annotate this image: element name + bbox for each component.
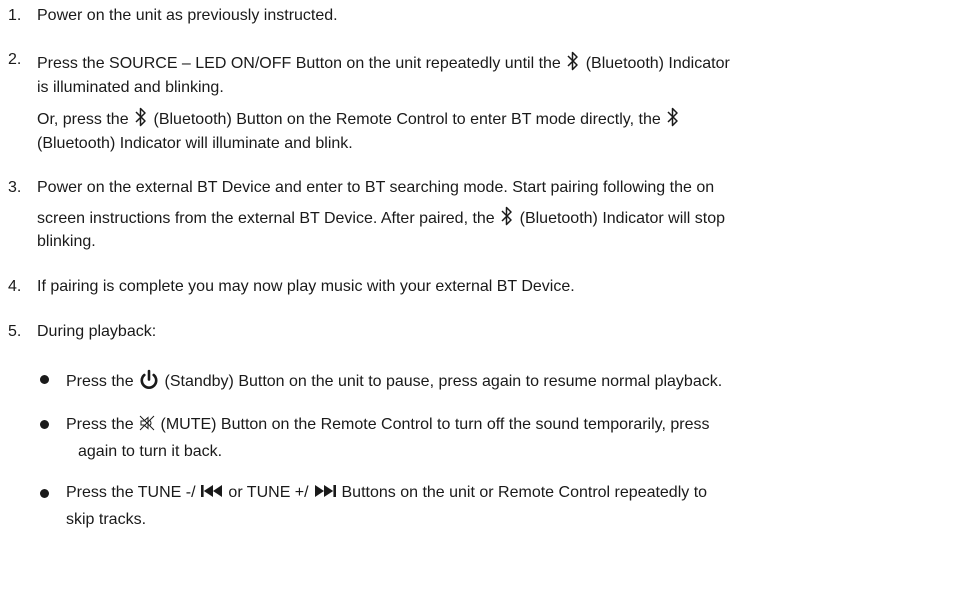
bullet-2-text-end: (MUTE) Button on the Remote Control to t…	[160, 416, 710, 433]
power-icon	[140, 369, 158, 389]
bullet-3-line-1: Press the TUNE -/ or TUNE +/ Buttons on …	[66, 483, 707, 503]
bullet-dot	[40, 420, 49, 429]
step-1-text: Power on the unit as previously instruct…	[37, 7, 338, 24]
step-2-line-3-text-end: (Bluetooth) Button on the Remote Control…	[153, 111, 661, 128]
bullet-3-text-mid: or TUNE +/	[228, 484, 309, 501]
step-2-line-3-text: Or, press the	[37, 111, 129, 128]
step-3-line-2-text: screen instructions from the external BT…	[37, 210, 495, 227]
bullet-1-text: Press the	[66, 373, 134, 390]
step-2-line-1-text: Press the SOURCE – LED ON/OFF Button on …	[37, 55, 561, 72]
mute-icon	[139, 415, 155, 431]
bullet-2-line-2: again to turn it back.	[78, 443, 223, 460]
step-4-number: 4.	[8, 278, 22, 295]
step-1-number: 1.	[8, 7, 22, 24]
bullet-dot	[40, 489, 49, 498]
step-3-line-1: Power on the external BT Device and ente…	[37, 179, 715, 196]
step-2-line-1: Press the SOURCE – LED ON/OFF Button on …	[37, 50, 730, 74]
step-3-line-2-text-end: (Bluetooth) Indicator will stop	[519, 210, 726, 227]
step-2-line-3: Or, press the (Bluetooth) Button on the …	[37, 106, 681, 130]
bullet-2-text: Press the	[66, 416, 134, 433]
step-3-number: 3.	[8, 179, 22, 196]
step-3-line-2: screen instructions from the external BT…	[37, 205, 725, 229]
bullet-1-text-end: (Standby) Button on the unit to pause, p…	[164, 373, 723, 390]
bluetooth-icon	[501, 206, 512, 226]
bullet-1-line-1: Press the (Standby) Button on the unit t…	[66, 369, 722, 392]
step-3-line-3: blinking.	[37, 233, 96, 250]
step-4-text: If pairing is complete you may now play …	[37, 278, 575, 295]
step-5-number: 5.	[8, 323, 22, 340]
step-2-line-1-text-end: (Bluetooth) Indicator	[585, 55, 730, 72]
bullet-3-text-end: Buttons on the unit or Remote Control re…	[341, 484, 708, 501]
bullet-2-line-1: Press the (MUTE) Button on the Remote Co…	[66, 414, 710, 435]
bullet-3-line-2: skip tracks.	[66, 511, 147, 528]
bluetooth-icon	[667, 107, 678, 127]
step-2-number: 2.	[8, 51, 22, 68]
bluetooth-icon	[567, 51, 579, 71]
step-5-text: During playback:	[37, 323, 157, 340]
skip-back-icon	[200, 485, 222, 497]
skip-forward-icon	[315, 485, 337, 497]
bluetooth-icon	[135, 107, 146, 127]
step-2-line-4: (Bluetooth) Indicator will illuminate an…	[37, 135, 353, 152]
bullet-dot	[40, 375, 49, 384]
step-2-line-2: is illuminated and blinking.	[37, 79, 224, 96]
bullet-3-text: Press the TUNE -/	[66, 484, 196, 501]
